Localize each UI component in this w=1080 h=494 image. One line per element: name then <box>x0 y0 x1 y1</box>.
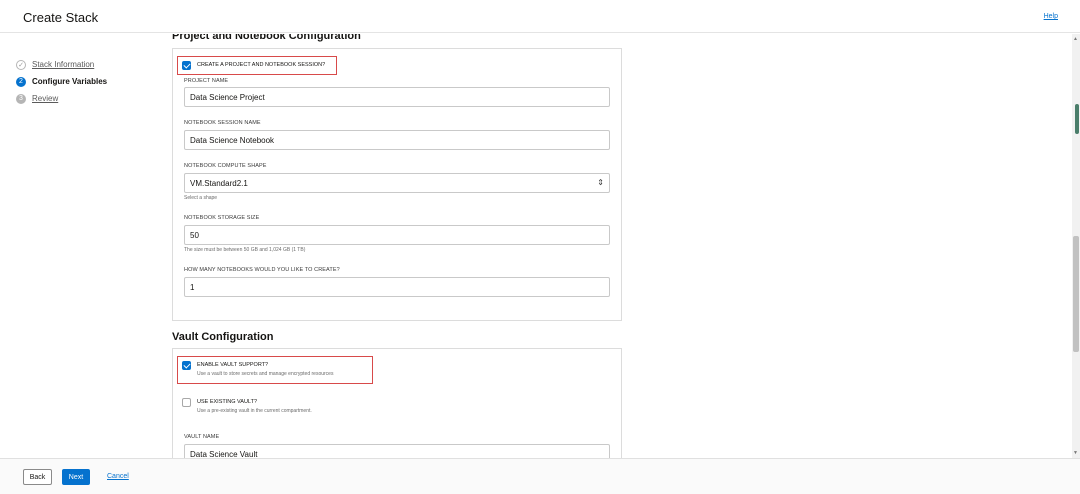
vault-name-input[interactable]: Data Science Vault <box>184 444 610 458</box>
vault-panel: ENABLE VAULT SUPPORT? Use a vault to sto… <box>172 348 622 458</box>
project-name-input[interactable]: Data Science Project <box>184 87 610 107</box>
checkbox-label: USE EXISTING VAULT? <box>197 399 258 405</box>
checkbox-description: Use a pre-existing vault in the current … <box>197 408 312 414</box>
footer: Back Next Cancel <box>0 458 1080 494</box>
header: Create Stack Help <box>0 0 1080 33</box>
help-link[interactable]: Help <box>1044 13 1058 20</box>
compute-shape-select[interactable]: VM.Standard2.1 ⇕ <box>184 173 610 193</box>
next-button[interactable]: Next <box>62 469 90 485</box>
select-arrows-icon: ⇕ <box>597 178 604 187</box>
compute-shape-hint: Select a shape <box>184 195 218 201</box>
scroll-down-icon[interactable]: ▼ <box>1073 450 1078 456</box>
main-content: Project and Notebook Configuration CREAT… <box>0 34 1072 458</box>
notebook-count-input[interactable]: 1 <box>184 277 610 297</box>
notebook-session-name-label: NOTEBOOK SESSION NAME <box>184 120 261 126</box>
storage-size-hint: The size must be between 50 GB and 1,024… <box>184 247 306 253</box>
notebook-session-name-input[interactable]: Data Science Notebook <box>184 130 610 150</box>
scroll-up-icon[interactable]: ▲ <box>1073 36 1078 42</box>
highlight-box <box>177 56 337 75</box>
side-tab-marker <box>1075 104 1079 134</box>
vault-name-label: VAULT NAME <box>184 434 220 440</box>
compute-shape-label: NOTEBOOK COMPUTE SHAPE <box>184 163 267 169</box>
highlight-box <box>177 356 373 384</box>
scroll-thumb[interactable] <box>1073 236 1079 352</box>
back-button[interactable]: Back <box>23 469 52 485</box>
notebook-count-label: HOW MANY NOTEBOOKS WOULD YOU LIKE TO CRE… <box>184 267 340 273</box>
section-heading-project: Project and Notebook Configuration <box>172 34 361 42</box>
project-notebook-panel: CREATE A PROJECT AND NOTEBOOK SESSION? P… <box>172 48 622 321</box>
cancel-link[interactable]: Cancel <box>107 473 129 480</box>
page-title: Create Stack <box>23 10 99 25</box>
storage-size-label: NOTEBOOK STORAGE SIZE <box>184 215 260 221</box>
storage-size-input[interactable]: 50 <box>184 225 610 245</box>
section-heading-vault: Vault Configuration <box>172 331 274 343</box>
scrollbar[interactable]: ▲ ▼ <box>1072 34 1080 458</box>
compute-shape-value: VM.Standard2.1 <box>190 179 248 188</box>
project-name-label: PROJECT NAME <box>184 78 229 84</box>
use-existing-vault-checkbox[interactable] <box>182 398 191 407</box>
